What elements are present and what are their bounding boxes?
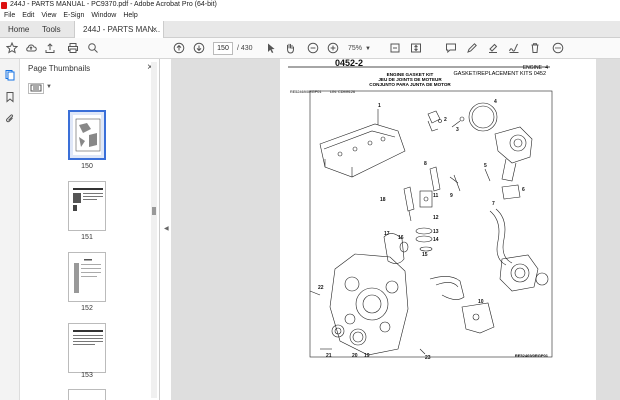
next-page-icon[interactable]	[192, 42, 206, 56]
page-number-input[interactable]: 150	[213, 42, 233, 55]
hand-tool-icon[interactable]	[283, 42, 297, 56]
chevron-down-icon: ▼	[365, 46, 371, 52]
tab-close-icon[interactable]: ×	[152, 21, 157, 38]
highlight-icon[interactable]	[486, 42, 500, 56]
acrobat-icon	[1, 2, 7, 9]
thumbnail-page-150[interactable]	[68, 110, 106, 160]
draw-pen-icon[interactable]	[465, 42, 479, 56]
callout-10: 10	[478, 299, 484, 305]
print-icon[interactable]	[66, 42, 80, 56]
callout-13: 13	[433, 229, 439, 235]
callout-18: 18	[380, 197, 386, 203]
callout-23: 23	[425, 355, 431, 361]
thumbnail-page-153[interactable]	[68, 323, 106, 373]
callout-6: 6	[522, 187, 525, 193]
ref-top: RE52469/0RGP01	[290, 90, 321, 94]
callout-15: 15	[422, 252, 428, 258]
scrollbar-thumb[interactable]	[152, 207, 156, 215]
thumbnail-label: 150	[81, 163, 93, 170]
callout-8: 8	[424, 161, 427, 167]
menu-help[interactable]: Help	[119, 10, 140, 21]
page-thumbnails-panel: Page Thumbnails × ▼ 150 151	[20, 59, 160, 400]
toolbar: 150 / 430 75% ▼	[0, 38, 620, 59]
attachments-icon[interactable]	[4, 113, 16, 125]
zoom-out-icon[interactable]	[306, 42, 320, 56]
callout-22: 22	[318, 285, 324, 291]
zoom-level: 75%	[348, 45, 363, 52]
more-tools-icon[interactable]	[551, 42, 565, 56]
menu-file[interactable]: File	[0, 10, 18, 21]
search-icon[interactable]	[86, 42, 100, 56]
thumbnail-options-button[interactable]	[28, 83, 44, 94]
bookmarks-icon[interactable]	[4, 91, 16, 103]
callout-2: 2	[444, 117, 447, 123]
page-thumbnails-icon[interactable]	[4, 69, 16, 81]
comment-icon[interactable]	[444, 42, 458, 56]
tab-document[interactable]: 244J - PARTS MAN... ×	[74, 21, 164, 38]
callout-9: 9	[450, 193, 453, 199]
save-cloud-icon[interactable]	[24, 42, 38, 56]
window-title: 244J - PARTS MANUAL - PC9370.pdf - Adobe…	[10, 1, 217, 8]
delete-icon[interactable]	[528, 42, 542, 56]
callout-7: 7	[492, 201, 495, 207]
thumbnail-page-152[interactable]	[68, 252, 106, 302]
callout-12: 12	[433, 215, 439, 221]
callout-3: 3	[456, 127, 459, 133]
menu-esign[interactable]: E-Sign	[59, 10, 87, 21]
callout-21: 21	[326, 353, 332, 359]
callout-1: 1	[378, 103, 381, 109]
callout-16: 16	[398, 235, 404, 241]
menu-edit[interactable]: Edit	[18, 10, 37, 21]
tab-tools[interactable]: Tools	[34, 21, 69, 38]
left-navigation-rail	[0, 59, 20, 400]
callout-4: 4	[494, 99, 497, 105]
tab-home[interactable]: Home	[0, 21, 37, 38]
fill-sign-icon[interactable]	[507, 42, 521, 56]
panel-title: Page Thumbnails	[28, 64, 91, 73]
bookmark-star-icon[interactable]	[5, 41, 19, 56]
thumbnail-scrollbar[interactable]	[151, 62, 157, 398]
zoom-level-dropdown[interactable]: 75% ▼	[348, 42, 371, 56]
select-cursor-icon[interactable]	[264, 42, 278, 56]
callout-19: 19	[364, 353, 370, 359]
fit-page-icon[interactable]	[388, 42, 402, 56]
page-total: / 430	[237, 45, 253, 52]
menu-view[interactable]: View	[37, 10, 59, 21]
thumbnail-page-151[interactable]	[68, 181, 106, 231]
parts-diagram: 0452-2 ENGINE 4 GASKET/REPLACEMENT KITS …	[288, 58, 553, 361]
zoom-in-icon[interactable]	[326, 42, 340, 56]
thumbnail-label: 151	[81, 234, 93, 241]
share-upload-icon[interactable]	[43, 42, 57, 56]
callout-20: 20	[352, 353, 358, 359]
title-bar: 244J - PARTS MANUAL - PC9370.pdf - Adobe…	[0, 0, 620, 10]
menu-window[interactable]: Window	[87, 10, 119, 21]
thumbnail-label: 153	[81, 372, 93, 379]
chevron-down-icon[interactable]: ▼	[46, 84, 52, 90]
scrolling-mode-icon[interactable]	[409, 42, 423, 56]
previous-page-icon[interactable]	[172, 42, 186, 56]
callout-11: 11	[433, 193, 439, 199]
group-title: GASKET/REPLACEMENT KITS 0452	[453, 71, 546, 77]
pdf-page[interactable]: 0452-2 ENGINE 4 GASKET/REPLACEMENT KITS …	[280, 58, 596, 400]
callout-17: 17	[384, 231, 390, 237]
tab-document-label: 244J - PARTS MAN...	[83, 25, 161, 34]
caption-es: CONJUNTO PARA JUNTA DE MOTOR	[369, 82, 451, 87]
ref-bottom: RE52469/0RGP01	[515, 353, 549, 358]
ref-mid: LIN: CDM9126	[330, 90, 355, 94]
callout-14: 14	[433, 237, 439, 243]
collapse-panel-icon[interactable]: ◀	[164, 225, 169, 232]
callout-5: 5	[484, 163, 487, 169]
thumbnail-label: 152	[81, 305, 93, 312]
thumbnail-page-154[interactable]	[68, 389, 106, 400]
tab-strip: Home Tools 244J - PARTS MAN... ×	[0, 21, 620, 38]
menu-bar: File Edit View E-Sign Window Help	[0, 10, 620, 21]
